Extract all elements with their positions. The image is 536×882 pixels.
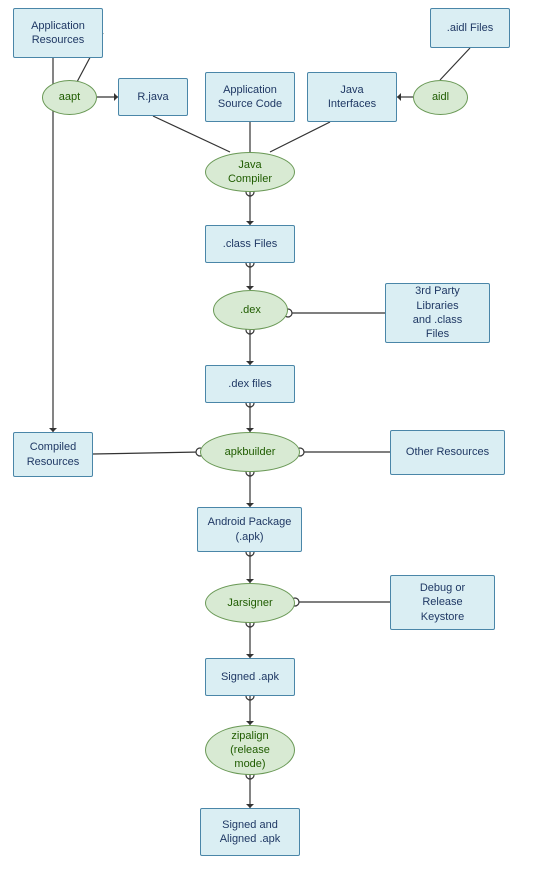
android-package-label: Android Package(.apk): [208, 515, 292, 544]
java-interfaces-node: JavaInterfaces: [307, 72, 397, 122]
debug-keystore-label: Debug orReleaseKeystore: [420, 581, 465, 624]
signed-aligned-node: Signed andAligned .apk: [200, 808, 300, 856]
apkbuilder-node: apkbuilder: [200, 432, 300, 472]
dex-label: .dex: [240, 303, 261, 317]
jarsigner-node: Jarsigner: [205, 583, 295, 623]
compiled-resources-node: CompiledResources: [13, 432, 93, 477]
other-resources-node: Other Resources: [390, 430, 505, 475]
java-interfaces-label: JavaInterfaces: [328, 83, 376, 112]
third-party-label: 3rd PartyLibrariesand .classFiles: [413, 284, 463, 341]
aidl-label: aidl: [432, 90, 449, 104]
debug-keystore-node: Debug orReleaseKeystore: [390, 575, 495, 630]
aapt-label: aapt: [59, 90, 80, 104]
signed-apk-label: Signed .apk: [221, 670, 279, 684]
rjava-label: R.java: [137, 90, 168, 104]
other-resources-label: Other Resources: [406, 445, 489, 459]
zipalign-label: zipalign(releasemode): [230, 729, 270, 772]
aapt-node: aapt: [42, 80, 97, 115]
signed-apk-node: Signed .apk: [205, 658, 295, 696]
dex-files-node: .dex files: [205, 365, 295, 403]
rjava-node: R.java: [118, 78, 188, 116]
third-party-node: 3rd PartyLibrariesand .classFiles: [385, 283, 490, 343]
android-package-node: Android Package(.apk): [197, 507, 302, 552]
apkbuilder-label: apkbuilder: [225, 445, 276, 459]
app-source-label: ApplicationSource Code: [218, 83, 282, 112]
jarsigner-label: Jarsigner: [227, 596, 272, 610]
dex-node: .dex: [213, 290, 288, 330]
class-files-label: .class Files: [223, 237, 277, 251]
zipalign-node: zipalign(releasemode): [205, 725, 295, 775]
app-source-node: ApplicationSource Code: [205, 72, 295, 122]
dex-files-label: .dex files: [228, 377, 271, 391]
app-resources-label: Application Resources: [20, 19, 96, 48]
aidl-files-label: .aidl Files: [447, 21, 493, 35]
java-compiler-node: JavaCompiler: [205, 152, 295, 192]
signed-aligned-label: Signed andAligned .apk: [220, 818, 281, 847]
compiled-resources-label: CompiledResources: [27, 440, 80, 469]
java-compiler-label: JavaCompiler: [228, 158, 272, 187]
aidl-files-node: .aidl Files: [430, 8, 510, 48]
app-resources-node: Application Resources: [13, 8, 103, 58]
class-files-node: .class Files: [205, 225, 295, 263]
aidl-node: aidl: [413, 80, 468, 115]
